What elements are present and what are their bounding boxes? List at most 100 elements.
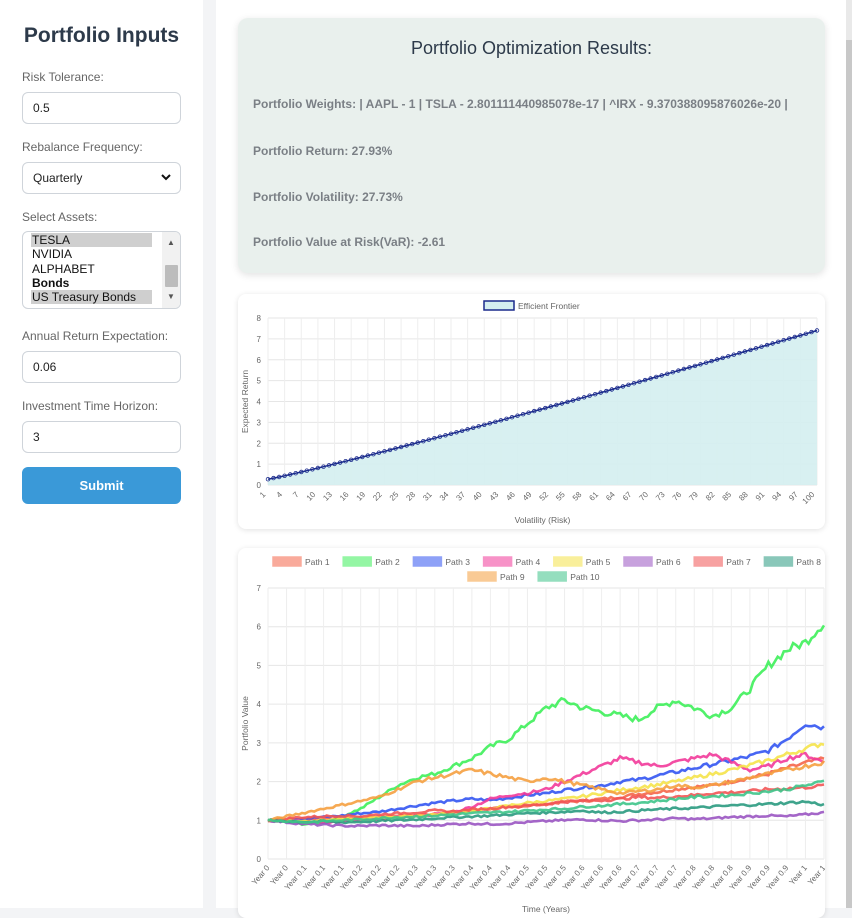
assets-scrollbar[interactable]: ▲ ▼ [162,232,180,308]
legend-label: Path 5 [586,557,611,567]
y-tick-label: 7 [257,584,262,593]
chevron-down-icon [160,163,172,204]
rebalance-frequency-select[interactable]: Quarterly [22,162,181,194]
x-tick-label: 19 [355,490,368,503]
asset-option[interactable]: NVIDIA [31,247,152,261]
x-tick-label: 82 [704,490,717,503]
x-tick-label: 94 [770,490,783,503]
x-tick-label: 97 [787,490,800,503]
legend-label: Path 7 [726,557,751,567]
y-tick-label: 5 [257,377,262,386]
legend-swatch [483,300,515,311]
asset-option[interactable]: TESLA [31,233,152,247]
x-tick-label: 67 [621,490,634,503]
sidebar: Portfolio Inputs Risk Tolerance: 0.5 Reb… [0,0,203,908]
y-tick-label: 0 [257,481,262,490]
legend-label: Path 10 [570,572,600,582]
time-horizon-input[interactable]: 3 [22,421,181,453]
legend-swatch [482,556,513,567]
sidebar-title: Portfolio Inputs [23,24,180,47]
risk-tolerance-input[interactable]: 0.5 [22,92,181,124]
legend-swatch [272,556,302,567]
portfolio-var: Portfolio Value at Risk(VaR): -2.61 [253,235,446,249]
legend-label: Path 1 [305,557,330,567]
x-tick-label: 4 [275,490,285,500]
page-scrollbar-thumb[interactable] [846,40,852,908]
legend-swatch [763,556,794,567]
scroll-up-icon[interactable]: ▲ [167,238,175,247]
legend-swatch [412,556,443,567]
x-tick-label: 28 [404,490,417,503]
page-scrollbar[interactable] [846,0,852,908]
time-horizon-value: 3 [33,430,40,444]
annual-return-label: Annual Return Expectation: [22,329,169,343]
legend-label: Path 9 [500,572,525,582]
x-tick-label: 34 [438,490,451,503]
x-tick-label: Year 1 [806,863,825,887]
scroll-down-icon[interactable]: ▼ [167,292,175,301]
y-tick-label: 4 [257,398,262,407]
y-tick-label: 7 [257,335,262,344]
x-tick-label: 31 [421,490,434,503]
x-axis-label: Volatility (Risk) [515,515,571,525]
y-tick-label: 3 [257,418,262,427]
x-tick-label: 58 [571,490,584,503]
x-tick-label: 49 [521,490,534,503]
x-tick-label: 85 [721,490,734,503]
legend-label: Path 3 [445,557,470,567]
x-tick-label: 64 [604,490,617,503]
portfolio-weights: Portfolio Weights: | AAPL - 1 | TSLA - 2… [253,97,788,111]
x-tick-label: 7 [291,490,301,500]
simulation-paths-card: 0 1 2 3 4 5 6 7 Year 0 Year 0 Year 0.1 Year 0.1 Year… [238,548,825,918]
x-tick-label: 73 [654,490,667,503]
time-horizon-label: Investment Time Horizon: [22,399,159,413]
legend-swatch [553,556,583,567]
y-tick-label: 0 [257,855,262,864]
legend-label: Path 4 [516,557,541,567]
x-axis-label: Time (Years) [522,904,570,914]
x-tick-label: 37 [454,490,467,503]
x-tick-label: 100 [801,490,817,506]
x-tick-label: 22 [371,490,384,503]
asset-option[interactable]: US Treasury Bonds [31,290,152,305]
x-tick-label: 40 [471,490,484,503]
y-tick-label: 5 [257,661,262,670]
x-tick-label: 46 [504,490,517,503]
scrollbar-thumb[interactable] [165,265,178,287]
y-tick-label: 4 [257,700,262,709]
x-tick-label: 79 [687,490,700,503]
x-tick-label: 70 [637,490,650,503]
asset-option[interactable]: ALPHABET [31,262,152,276]
legend-label: Path 8 [796,557,821,567]
portfolio-return: Portfolio Return: 27.93% [253,144,393,158]
portfolio-volatility: Portfolio Volatility: 27.73% [253,190,403,204]
x-tick-label: 52 [538,490,551,503]
annual-return-input[interactable]: 0.06 [22,351,181,383]
rebalance-frequency-label: Rebalance Frequency: [22,140,143,154]
y-tick-label: 6 [257,623,262,632]
efficient-frontier-chart: 0123456781 4 7 10 13 16 19 22 25 28 31 34 37 40 43 46 49… [240,300,820,525]
rebalance-frequency-value: Quarterly [33,171,83,185]
y-tick-label: 1 [257,816,262,825]
legend-label: Path 6 [656,557,681,567]
y-tick-label: 2 [257,439,262,448]
risk-tolerance-label: Risk Tolerance: [22,70,104,84]
x-tick-label: 13 [321,490,334,503]
assets-multiselect[interactable]: TESLA NVIDIA ALPHABET Bonds US Treasury Bond… [22,231,181,309]
y-tick-label: 6 [257,356,262,365]
results-title: Portfolio Optimization Results: [410,38,653,58]
y-tick-label: 2 [257,778,262,787]
asset-option[interactable]: Bonds [31,276,152,290]
y-tick-label: 8 [257,314,262,323]
legend-swatch [537,571,567,582]
x-tick-label: 10 [305,490,318,503]
legend-swatch [693,556,723,567]
x-tick-label: Year 1 [787,863,809,887]
legend-swatch [623,556,653,567]
submit-button[interactable]: Submit [22,467,181,504]
risk-tolerance-value: 0.5 [33,101,50,115]
x-tick-label: 25 [388,490,401,503]
x-tick-label: Year 0 [250,863,272,887]
select-assets-label: Select Assets: [22,210,98,224]
x-tick-label: 43 [488,490,501,503]
